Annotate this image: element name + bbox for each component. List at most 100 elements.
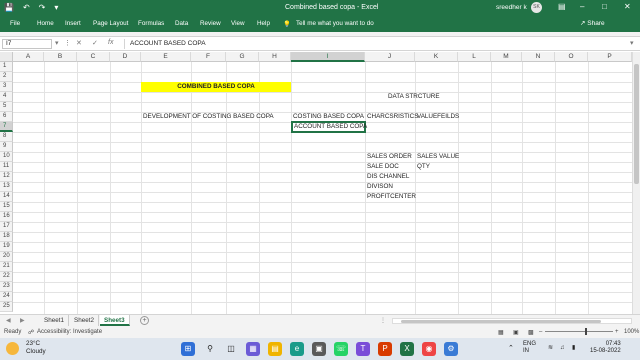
column-header-l[interactable]: L xyxy=(458,52,491,62)
row-header[interactable]: 25 xyxy=(0,302,13,312)
widgets-icon[interactable]: ▦ xyxy=(246,342,260,356)
tab-page-layout[interactable]: Page Layout xyxy=(93,20,128,27)
add-sheet-icon[interactable]: + xyxy=(140,316,149,325)
column-header-p[interactable]: P xyxy=(588,52,632,62)
row-header[interactable]: 21 xyxy=(0,262,13,272)
row-header[interactable]: 11 xyxy=(0,162,13,172)
cell-i6[interactable]: COSTING BASED COPA xyxy=(293,113,364,120)
column-header-a[interactable]: A xyxy=(13,52,44,62)
row-header[interactable]: 9 xyxy=(0,142,13,152)
share-button[interactable]: ↗ Share xyxy=(580,19,605,27)
clock[interactable]: 07:43 15-08-2022 xyxy=(590,341,621,355)
tray-chevron-icon[interactable]: ⌃ xyxy=(508,345,514,352)
cell-j4[interactable]: DATA STRCTURE xyxy=(388,93,440,100)
tab-view[interactable]: View xyxy=(231,20,245,27)
name-box-dropdown-icon[interactable]: ▾ xyxy=(55,39,59,47)
row-header[interactable]: 16 xyxy=(0,212,13,222)
zoom-slider-knob[interactable] xyxy=(585,328,587,335)
column-header-o[interactable]: O xyxy=(555,52,588,62)
column-header-g[interactable]: G xyxy=(226,52,259,62)
worksheet-grid[interactable]: A B C D E F G H I J K L M N O P 1 2 3 4 … xyxy=(0,52,632,314)
more-options-icon[interactable]: ⋮ xyxy=(64,39,71,47)
language-indicator[interactable]: ENG IN xyxy=(523,341,536,355)
row-header[interactable]: 24 xyxy=(0,292,13,302)
name-box[interactable]: I7 xyxy=(2,39,52,49)
insert-function-icon[interactable]: fx xyxy=(108,39,113,46)
start-windows-icon[interactable]: ⊞ xyxy=(181,342,195,356)
enter-icon[interactable]: ✓ xyxy=(92,39,98,47)
cell-e3-title[interactable]: COMBINED BASED COPA xyxy=(141,82,291,92)
cell-j12[interactable]: DIS CHANNEL xyxy=(367,173,409,180)
chrome-icon[interactable]: ◉ xyxy=(422,342,436,356)
ribbon-display-icon[interactable]: ▤ xyxy=(558,2,566,11)
column-header-k[interactable]: K xyxy=(415,52,458,62)
row-header-selected[interactable]: 7 xyxy=(0,122,13,132)
sheet-tab-sheet2[interactable]: Sheet2 xyxy=(70,315,99,326)
excel-icon[interactable]: X xyxy=(400,342,414,356)
row-header[interactable]: 23 xyxy=(0,282,13,292)
row-header[interactable]: 17 xyxy=(0,222,13,232)
formula-input[interactable]: ACCOUNT BASED COPA xyxy=(130,40,206,47)
row-header[interactable]: 14 xyxy=(0,192,13,202)
sheet-tab-sheet1[interactable]: Sheet1 xyxy=(40,315,69,326)
customize-icon[interactable]: ▾ xyxy=(54,3,58,12)
column-header-b[interactable]: B xyxy=(44,52,77,62)
teams-icon[interactable]: T xyxy=(356,342,370,356)
cell-j14[interactable]: PROFITCENTER xyxy=(367,193,416,200)
wifi-icon[interactable]: ≋ xyxy=(548,345,553,352)
row-header[interactable]: 2 xyxy=(0,72,13,82)
volume-icon[interactable]: ♫ xyxy=(560,345,565,352)
column-header-i[interactable]: I xyxy=(291,52,365,62)
column-header-d[interactable]: D xyxy=(110,52,141,62)
maximize-icon[interactable]: □ xyxy=(602,2,607,11)
page-break-view-icon[interactable]: ▩ xyxy=(528,329,534,336)
vertical-scrollbar[interactable] xyxy=(632,52,640,314)
cell-j10[interactable]: SALES ORDER xyxy=(367,153,412,160)
page-layout-view-icon[interactable]: ▣ xyxy=(513,329,519,336)
row-header[interactable]: 6 xyxy=(0,112,13,122)
task-view-icon[interactable]: ◫ xyxy=(224,342,238,356)
row-header[interactable]: 1 xyxy=(0,62,13,72)
row-header[interactable]: 19 xyxy=(0,242,13,252)
row-header[interactable]: 18 xyxy=(0,232,13,242)
weather-icon[interactable] xyxy=(6,342,19,355)
tab-data[interactable]: Data xyxy=(175,20,188,27)
save-icon[interactable]: 💾 xyxy=(4,3,14,12)
cell-j6[interactable]: CHARCSRISTICS xyxy=(367,113,418,120)
row-header[interactable]: 3 xyxy=(0,82,13,92)
column-header-c[interactable]: C xyxy=(77,52,110,62)
scroll-tabs-right-icon[interactable]: ▶ xyxy=(20,317,25,324)
tell-me-search[interactable]: Tell me what you want to do xyxy=(296,20,374,27)
cell-i7-selected[interactable]: ACCOUNT BASED COPA xyxy=(291,121,367,133)
avatar[interactable]: SK xyxy=(531,2,542,13)
user-name[interactable]: sreedher k xyxy=(496,4,527,11)
column-header-n[interactable]: N xyxy=(522,52,555,62)
cell-k10[interactable]: SALES VALUE xyxy=(417,153,459,160)
row-header[interactable]: 22 xyxy=(0,272,13,282)
row-header[interactable]: 12 xyxy=(0,172,13,182)
battery-icon[interactable]: ▮ xyxy=(572,345,575,352)
column-header-j[interactable]: J xyxy=(365,52,415,62)
column-header-m[interactable]: M xyxy=(491,52,522,62)
undo-icon[interactable]: ↶ xyxy=(23,3,30,12)
row-header[interactable]: 10 xyxy=(0,152,13,162)
accessibility-icon[interactable]: ☍ xyxy=(28,329,34,336)
settings-gear-icon[interactable]: ⚙ xyxy=(444,342,458,356)
whatsapp-icon[interactable]: ☏ xyxy=(334,342,348,356)
edge-browser-icon[interactable]: e xyxy=(290,342,304,356)
tab-home[interactable]: Home xyxy=(37,20,54,27)
tab-formulas[interactable]: Formulas xyxy=(138,20,164,27)
sheet-tab-sheet3[interactable]: Sheet3 xyxy=(100,315,130,326)
file-explorer-icon[interactable]: ▤ xyxy=(268,342,282,356)
column-header-f[interactable]: F xyxy=(191,52,226,62)
zoom-slider[interactable] xyxy=(545,328,613,335)
row-header[interactable]: 8 xyxy=(0,132,13,142)
search-icon[interactable]: ⚲ xyxy=(203,342,217,356)
normal-view-icon[interactable]: ▦ xyxy=(498,329,504,336)
powerpoint-icon[interactable]: P xyxy=(378,342,392,356)
cell-j11[interactable]: SALE DOC xyxy=(367,163,399,170)
row-header[interactable]: 5 xyxy=(0,102,13,112)
cancel-icon[interactable]: ✕ xyxy=(76,39,82,47)
expand-formula-icon[interactable]: ▾ xyxy=(630,39,634,47)
cell-k11[interactable]: QTY xyxy=(417,163,430,170)
